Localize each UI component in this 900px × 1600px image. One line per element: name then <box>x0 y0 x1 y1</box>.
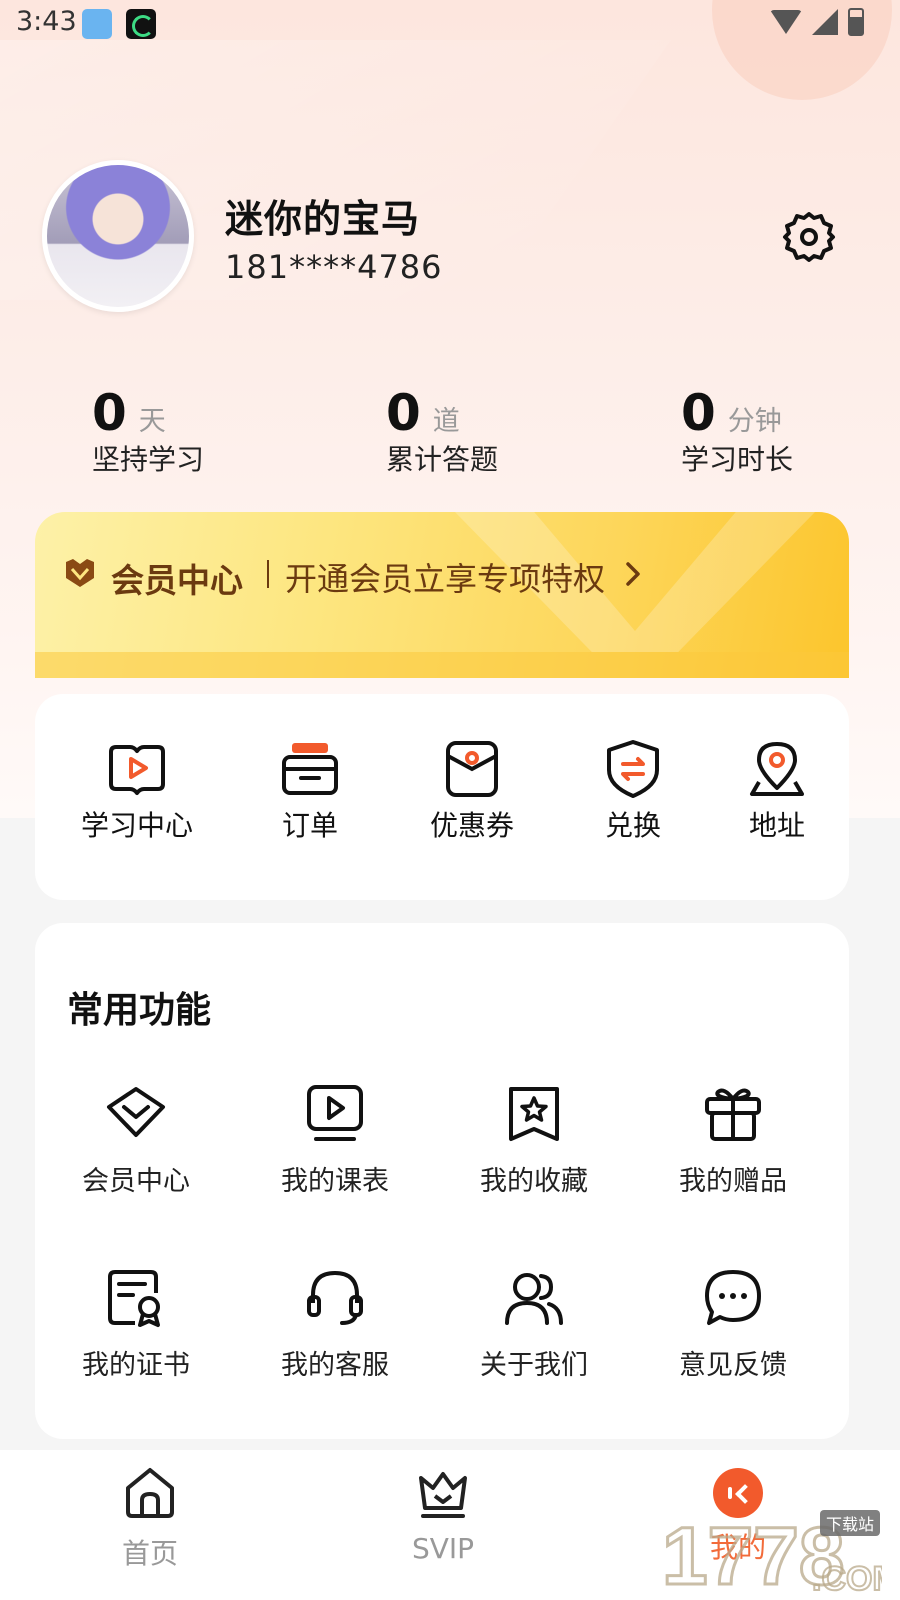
battery-icon <box>848 8 864 36</box>
chevron-right-icon <box>626 562 640 586</box>
quick-label: 优惠券 <box>429 809 514 842</box>
status-time: 3:43 <box>16 6 77 37</box>
tab-svip[interactable]: SVIP <box>363 1464 523 1565</box>
func-label: 我的赠品 <box>679 1166 787 1197</box>
tab-home[interactable]: 首页 <box>70 1464 230 1572</box>
func-feedback[interactable]: 意见反馈 <box>653 1267 813 1382</box>
play-book-icon <box>109 745 165 795</box>
app-notification-icon <box>82 9 112 39</box>
func-label: 我的收藏 <box>480 1166 588 1197</box>
watermark-domain: .COM <box>812 1560 882 1596</box>
func-my-certificates[interactable]: 我的证书 <box>56 1267 216 1382</box>
func-about-us[interactable]: 关于我们 <box>454 1267 614 1382</box>
quick-label: 学习中心 <box>80 809 193 842</box>
stat-unit: 天 <box>138 406 166 437</box>
video-schedule-icon <box>307 1085 363 1141</box>
func-label: 关于我们 <box>480 1350 588 1381</box>
func-label: 我的证书 <box>82 1350 190 1381</box>
stat-value: 0 <box>386 384 421 442</box>
tab-label: 首页 <box>121 1537 178 1570</box>
signal-icon <box>812 9 838 35</box>
location-pin-icon <box>750 742 804 796</box>
quick-coupons[interactable]: 优惠券 <box>407 738 537 844</box>
quick-label: 地址 <box>748 809 805 842</box>
vip-banner[interactable]: 会员中心 开通会员立享专项特权 <box>35 512 849 678</box>
moon-app-icon <box>126 9 156 39</box>
common-functions-card: 常用功能 会员中心 我的课表 我的收藏 我的赠品 我的证书 我的客服 关于我们 … <box>35 923 849 1439</box>
stat-value: 0 <box>681 384 716 442</box>
func-my-gifts[interactable]: 我的赠品 <box>653 1083 813 1198</box>
quick-study-center[interactable]: 学习中心 <box>72 738 202 844</box>
quick-address[interactable]: 地址 <box>712 738 842 844</box>
stat-answered: 0道 累计答题 <box>386 384 498 478</box>
status-indicators <box>770 8 864 36</box>
func-label: 我的课表 <box>281 1166 389 1197</box>
func-customer-service[interactable]: 我的客服 <box>255 1267 415 1382</box>
chat-bubble-icon <box>705 1270 761 1325</box>
stat-unit: 分钟 <box>727 406 782 437</box>
vip-subtitle: 开通会员立享专项特权 <box>285 560 606 598</box>
stat-label: 学习时长 <box>681 443 794 476</box>
home-icon <box>126 1468 174 1518</box>
vip-badge-icon <box>66 559 94 587</box>
coupon-icon <box>446 741 498 797</box>
gear-icon[interactable] <box>782 210 836 264</box>
func-my-favorites[interactable]: 我的收藏 <box>454 1083 614 1198</box>
avatar[interactable] <box>42 160 194 312</box>
stat-label: 坚持学习 <box>92 443 205 476</box>
stat-study-days: 0天 坚持学习 <box>92 384 204 478</box>
diamond-icon <box>107 1087 165 1137</box>
func-label: 会员中心 <box>82 1166 190 1197</box>
func-my-schedule[interactable]: 我的课表 <box>255 1083 415 1198</box>
watermark-logo: 1778 下载站 .COM <box>662 1510 882 1597</box>
section-title: 常用功能 <box>67 990 212 1031</box>
exchange-shield-icon <box>607 740 659 798</box>
headset-icon <box>307 1270 363 1325</box>
func-label: 意见反馈 <box>679 1350 787 1381</box>
stat-unit: 道 <box>432 406 460 437</box>
order-box-icon <box>282 743 338 795</box>
watermark-sub: 下载站 <box>826 1515 874 1534</box>
vip-title: 会员中心 <box>111 561 243 600</box>
certificate-icon <box>108 1270 160 1327</box>
vip-decor-strip <box>35 652 849 678</box>
tab-label: SVIP <box>411 1532 475 1565</box>
func-vip-center[interactable]: 会员中心 <box>56 1083 216 1198</box>
wifi-icon <box>770 10 802 34</box>
vip-divider <box>267 560 269 588</box>
user-phone: 181****4786 <box>225 248 443 286</box>
func-label: 我的客服 <box>281 1350 389 1381</box>
status-bar: 3:43 <box>0 0 900 48</box>
gift-icon <box>705 1088 761 1141</box>
quick-exchange[interactable]: 兑换 <box>568 738 698 844</box>
user-nickname[interactable]: 迷你的宝马 <box>225 188 420 243</box>
quick-actions-card: 学习中心 订单 优惠券 兑换 地址 <box>35 694 849 900</box>
quick-label: 兑换 <box>604 809 661 842</box>
stat-value: 0 <box>92 384 127 442</box>
stat-label: 累计答题 <box>386 443 499 476</box>
users-icon <box>505 1273 563 1325</box>
crown-icon <box>419 1472 467 1518</box>
stat-study-time: 0 分钟 学习时长 <box>681 384 793 478</box>
quick-orders[interactable]: 订单 <box>245 738 375 844</box>
star-bookmark-icon <box>509 1087 559 1141</box>
quick-label: 订单 <box>281 809 338 842</box>
